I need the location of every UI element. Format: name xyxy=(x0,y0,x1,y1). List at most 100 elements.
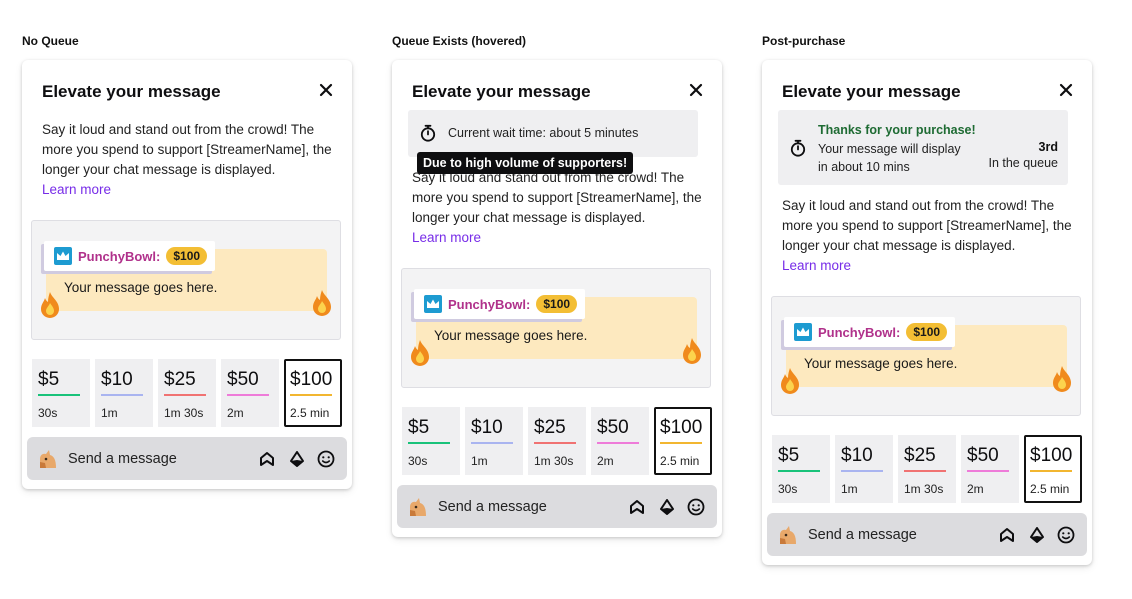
flame-icon xyxy=(1053,366,1071,392)
tier-option-100[interactable]: $100 2.5 min xyxy=(284,359,342,427)
tier-duration: 2.5 min xyxy=(290,406,330,420)
tier-option-10[interactable]: $10 1m xyxy=(835,435,893,503)
thanks-heading: Thanks for your purchase! xyxy=(818,123,976,137)
crown-badge-icon xyxy=(794,323,812,341)
close-icon[interactable] xyxy=(318,82,334,98)
tier-color-bar xyxy=(534,442,576,444)
tier-color-bar xyxy=(101,394,143,396)
tier-option-100[interactable]: $100 2.5 min xyxy=(654,407,712,475)
message-preview: PunchyBowl: $100 Your message goes here. xyxy=(771,296,1081,416)
chat-input[interactable]: Send a message xyxy=(767,513,1087,556)
avatar xyxy=(780,526,796,544)
card-title: Elevate your message xyxy=(782,82,961,101)
tier-option-100[interactable]: $100 2.5 min xyxy=(1024,435,1082,503)
diamond-icon[interactable] xyxy=(1028,526,1046,544)
tier-color-bar xyxy=(38,394,80,396)
tier-option-25[interactable]: $25 1m 30s xyxy=(528,407,586,475)
flame-icon xyxy=(313,290,331,316)
wait-time-tooltip: Due to high volume of supporters! xyxy=(417,152,634,174)
preview-username: PunchyBowl: xyxy=(78,248,161,264)
queue-position-label: In the queue xyxy=(988,156,1058,170)
description-text: Say it loud and stand out from the crowd… xyxy=(412,170,702,225)
tier-color-bar xyxy=(164,394,206,396)
tier-color-bar xyxy=(597,442,639,444)
bits-icon[interactable] xyxy=(628,498,646,516)
close-icon[interactable] xyxy=(1058,82,1074,98)
chat-placeholder: Send a message xyxy=(438,499,547,515)
chat-input[interactable]: Send a message xyxy=(397,485,717,528)
flame-icon xyxy=(411,340,429,366)
user-tag: PunchyBowl: $100 xyxy=(44,241,216,271)
elevate-card-queue-hovered: Elevate your message Current wait time: … xyxy=(392,60,722,537)
state-label-queue-hovered: Queue Exists (hovered) xyxy=(392,34,527,48)
message-preview: PunchyBowl: $100 Your message goes here. xyxy=(31,220,341,340)
tier-duration: 30s xyxy=(408,454,428,468)
diamond-icon[interactable] xyxy=(658,498,676,516)
tier-option-50[interactable]: $50 2m xyxy=(591,407,649,475)
tier-option-10[interactable]: $10 1m xyxy=(95,359,153,427)
learn-more-link[interactable]: Learn more xyxy=(412,230,481,245)
tier-duration: 2m xyxy=(227,406,244,420)
flame-icon xyxy=(683,338,701,364)
card-description: Say it loud and stand out from the crowd… xyxy=(412,168,708,248)
tier-amount: $50 xyxy=(967,445,999,466)
tier-option-5[interactable]: $5 30s xyxy=(772,435,830,503)
diamond-icon[interactable] xyxy=(288,450,306,468)
tier-option-5[interactable]: $5 30s xyxy=(402,407,460,475)
tier-amount: $100 xyxy=(290,369,333,390)
tier-option-25[interactable]: $25 1m 30s xyxy=(898,435,956,503)
tier-option-50[interactable]: $50 2m xyxy=(221,359,279,427)
card-title: Elevate your message xyxy=(412,82,591,101)
tier-option-25[interactable]: $25 1m 30s xyxy=(158,359,216,427)
preview-username: PunchyBowl: xyxy=(818,324,901,340)
bits-icon[interactable] xyxy=(998,526,1016,544)
card-description: Say it loud and stand out from the crowd… xyxy=(42,120,338,200)
tier-color-bar xyxy=(660,442,702,444)
preview-username: PunchyBowl: xyxy=(448,296,531,312)
card-description: Say it loud and stand out from the crowd… xyxy=(782,196,1078,276)
tier-amount: $100 xyxy=(660,417,703,438)
emote-smiley-icon[interactable] xyxy=(1057,526,1075,544)
chat-input[interactable]: Send a message xyxy=(27,437,347,480)
tier-amount: $10 xyxy=(101,369,133,390)
card-title: Elevate your message xyxy=(42,82,221,101)
message-preview: PunchyBowl: $100 Your message goes here. xyxy=(401,268,711,388)
close-icon[interactable] xyxy=(688,82,704,98)
tier-amount: $5 xyxy=(408,417,430,438)
tier-option-10[interactable]: $10 1m xyxy=(465,407,523,475)
tier-duration: 1m 30s xyxy=(164,406,204,420)
display-time-line1: Your message will display xyxy=(818,142,961,156)
tier-duration: 1m xyxy=(471,454,488,468)
tier-color-bar xyxy=(778,470,820,472)
elevate-card-post-purchase: Elevate your message Thanks for your pur… xyxy=(762,60,1092,565)
tier-option-5[interactable]: $5 30s xyxy=(32,359,90,427)
bits-icon[interactable] xyxy=(258,450,276,468)
tier-option-50[interactable]: $50 2m xyxy=(961,435,1019,503)
learn-more-link[interactable]: Learn more xyxy=(782,258,851,273)
tier-amount: $25 xyxy=(534,417,566,438)
tier-color-bar xyxy=(1030,470,1072,472)
display-time-line2: in about 10 mins xyxy=(818,160,910,174)
tier-duration: 1m 30s xyxy=(534,454,574,468)
tier-color-bar xyxy=(904,470,946,472)
tier-color-bar xyxy=(408,442,450,444)
preview-amount-pill: $100 xyxy=(906,323,948,341)
chat-placeholder: Send a message xyxy=(68,451,177,467)
emote-smiley-icon[interactable] xyxy=(317,450,335,468)
tier-amount: $10 xyxy=(841,445,873,466)
emote-smiley-icon[interactable] xyxy=(687,498,705,516)
state-label-post-purchase: Post-purchase xyxy=(762,34,846,48)
tier-duration: 1m 30s xyxy=(904,482,944,496)
tier-duration: 2m xyxy=(597,454,614,468)
tier-duration: 30s xyxy=(778,482,798,496)
tier-duration: 1m xyxy=(841,482,858,496)
preview-amount-pill: $100 xyxy=(536,295,578,313)
tier-amount: $25 xyxy=(164,369,196,390)
avatar xyxy=(410,498,426,516)
crown-badge-icon xyxy=(54,247,72,265)
tier-amount: $50 xyxy=(597,417,629,438)
flame-icon xyxy=(41,292,59,318)
tier-options: $5 30s $10 1m $25 1m 30s $50 2m $100 2.5… xyxy=(402,407,712,475)
learn-more-link[interactable]: Learn more xyxy=(42,182,111,197)
avatar xyxy=(40,450,56,468)
